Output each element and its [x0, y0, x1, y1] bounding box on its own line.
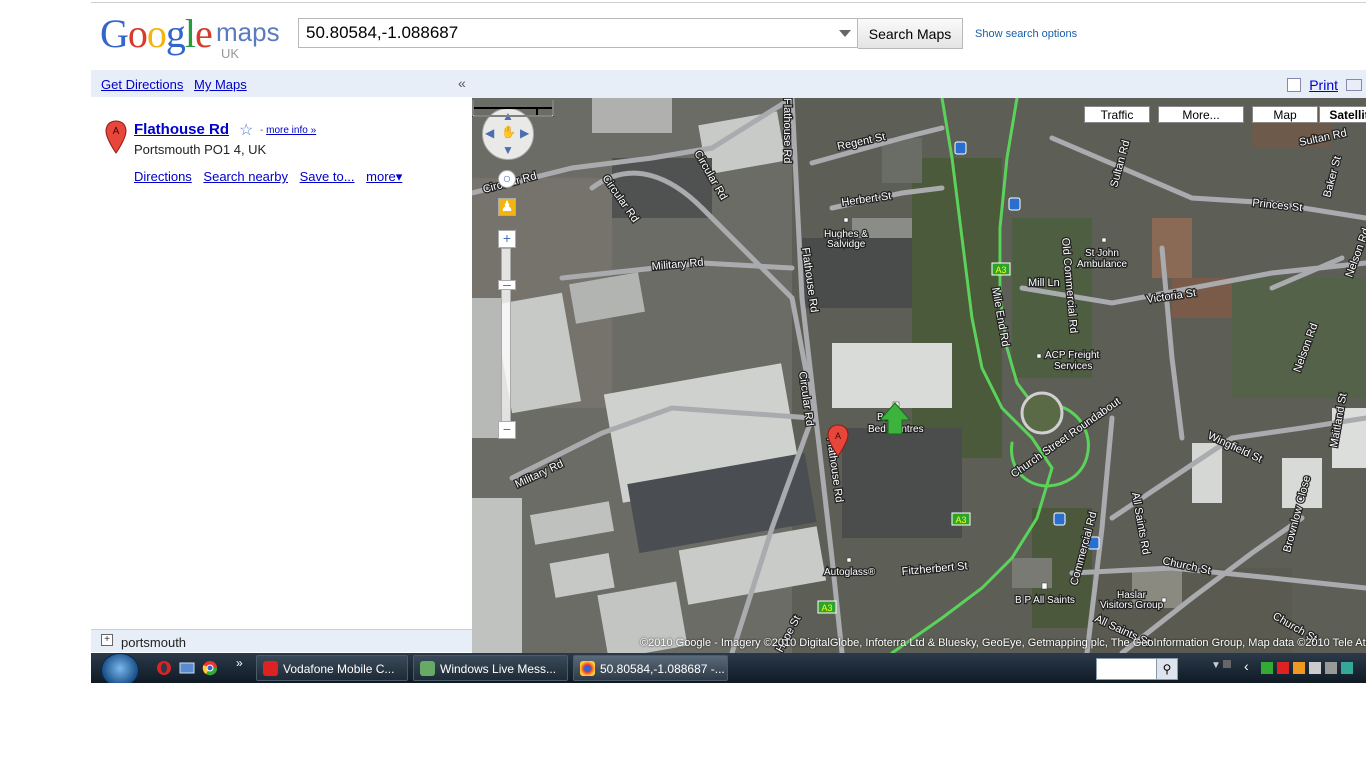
saved-search-panel: + portsmouth — [91, 629, 472, 652]
print-link[interactable]: Print — [1309, 77, 1338, 93]
taskbar-item-messenger[interactable]: Windows Live Mess... — [413, 655, 568, 681]
search-history-dropdown-icon[interactable] — [839, 30, 851, 37]
bus-stop-icon[interactable] — [954, 141, 967, 155]
antivirus-icon[interactable] — [1277, 662, 1289, 674]
task-label: Vodafone Mobile C... — [283, 662, 395, 676]
map-type-button[interactable]: Map — [1252, 106, 1318, 123]
tray-expand-icon[interactable]: ‹ — [1244, 658, 1249, 674]
hand-icon: ✋ — [501, 125, 516, 139]
more-info-dash: - — [260, 125, 264, 136]
top-divider — [91, 2, 1366, 3]
result-title-link[interactable]: Flathouse Rd — [134, 121, 229, 138]
search-icon[interactable]: ⚲ — [1156, 658, 1178, 680]
map-toolbar: Print — [472, 70, 1366, 98]
saved-search-label[interactable]: portsmouth — [121, 635, 186, 650]
poi-label: Autoglass® — [824, 567, 876, 578]
poi-label: B P All Saints — [1015, 595, 1075, 606]
taskbar-search-box[interactable]: ⚲ — [1096, 658, 1178, 680]
more-info-link[interactable]: more info » — [266, 125, 316, 136]
mail-icon[interactable] — [1346, 79, 1362, 91]
logo-maps-text: maps — [216, 17, 280, 47]
taskbar-item-chrome[interactable]: 50.80584,-1.088687 -... — [573, 655, 728, 681]
pan-down-icon[interactable]: ▼ — [502, 143, 514, 157]
show-search-options-link[interactable]: Show search options — [975, 28, 1077, 40]
task-label: Windows Live Mess... — [440, 662, 557, 676]
opera-icon[interactable] — [156, 660, 172, 676]
chrome-tray-icon[interactable] — [1341, 662, 1353, 674]
bus-stop-icon[interactable] — [1053, 512, 1066, 526]
save-to-link[interactable]: Save to... — [300, 169, 355, 184]
monitor-icon[interactable] — [1309, 662, 1321, 674]
result-address: Portsmouth PO1 4, UK — [134, 142, 267, 157]
poi-label: Salvidge — [827, 239, 866, 250]
zoom-in-button[interactable]: + — [498, 230, 516, 248]
a3-badge-label: A3 — [821, 603, 832, 613]
zoom-out-button[interactable]: − — [498, 421, 516, 439]
more-info: - more info » — [260, 125, 316, 136]
windows-taskbar: » Vodafone Mobile C... Windows Live Mess… — [91, 653, 1366, 683]
taskbar-item-vodafone[interactable]: Vodafone Mobile C... — [256, 655, 408, 681]
a3-badge-label: A3 — [995, 265, 1006, 275]
browser-viewport: Google maps UK Search Maps Show search o… — [91, 0, 1366, 683]
poi-label: Visitors Group — [1100, 600, 1164, 611]
search-box[interactable] — [298, 18, 858, 48]
expand-plus-icon[interactable]: + — [101, 634, 113, 646]
zoom-slider-handle[interactable]: – — [498, 277, 516, 291]
bus-stop-icon[interactable] — [1008, 197, 1021, 211]
marker-a-icon[interactable]: A — [105, 120, 127, 154]
pan-right-icon[interactable]: ▶ — [520, 126, 529, 140]
task-label: 50.80584,-1.088687 -... — [600, 662, 725, 676]
network-icon[interactable] — [1261, 662, 1273, 674]
tray-dropdown-icon[interactable]: ▼ — [1211, 660, 1221, 671]
scale-bar — [472, 100, 554, 117]
search-nearby-link[interactable]: Search nearby — [203, 169, 288, 184]
satellite-map[interactable]: A3 A3 A3 Circular Rd Circular Rd Circula… — [472, 98, 1366, 653]
result-actions: Directions Search nearby Save to... more… — [134, 169, 410, 185]
get-directions-link[interactable]: Get Directions — [101, 77, 183, 92]
chrome-icon — [580, 661, 595, 676]
svg-text:A: A — [835, 431, 841, 441]
logo-google-text: Google — [100, 11, 213, 56]
msn-icon — [420, 661, 435, 676]
windows-start-icon[interactable] — [101, 653, 139, 683]
poi-label: Services — [1054, 361, 1092, 372]
satellite-type-button[interactable]: Satellit — [1319, 106, 1366, 123]
speaker-icon[interactable] — [1325, 662, 1337, 674]
search-input[interactable] — [306, 23, 826, 43]
tray-minimize-icon[interactable] — [1223, 660, 1231, 668]
pegman-icon[interactable]: ♟ — [498, 198, 516, 216]
poi-label: ACP Freight — [1045, 350, 1100, 361]
traffic-button[interactable]: Traffic — [1084, 106, 1150, 123]
map-copyright: ©2010 Google - Imagery ©2010 DigitalGlob… — [640, 637, 1366, 649]
map-imagery: A3 A3 A3 Circular Rd Circular Rd Circula… — [472, 98, 1366, 653]
svg-text:A: A — [113, 126, 120, 137]
sidebar-tabs: Get Directions My Maps « — [91, 70, 472, 97]
street-label: Mill Ln — [1028, 277, 1060, 289]
pan-left-icon[interactable]: ◀ — [485, 126, 494, 140]
poi-label: Ambulance — [1077, 259, 1127, 270]
my-maps-link[interactable]: My Maps — [194, 77, 247, 92]
a3-badge-label: A3 — [955, 515, 966, 525]
more-menu-link[interactable]: more▾ — [366, 169, 402, 184]
logo-region-text: UK — [221, 46, 240, 61]
show-desktop-icon[interactable] — [179, 660, 195, 676]
print-icon[interactable] — [1287, 78, 1301, 92]
directions-link[interactable]: Directions — [134, 169, 192, 184]
vodafone-icon — [263, 661, 278, 676]
collapse-sidebar-button[interactable]: « — [458, 75, 466, 91]
poi-label: St John — [1085, 248, 1119, 259]
more-layers-button[interactable]: More... — [1158, 106, 1244, 123]
star-icon[interactable]: ☆ — [239, 120, 253, 140]
chrome-icon[interactable] — [202, 660, 218, 676]
google-maps-logo[interactable]: Google maps UK — [100, 11, 290, 62]
street-label: Flathouse Rd — [781, 98, 793, 163]
battery-icon[interactable] — [1293, 662, 1305, 674]
zoom-slider-track[interactable] — [501, 248, 511, 425]
quicklaunch-overflow[interactable]: » — [236, 656, 243, 670]
reset-view-icon[interactable]: ○ — [498, 170, 516, 188]
search-maps-button[interactable]: Search Maps — [858, 18, 963, 49]
